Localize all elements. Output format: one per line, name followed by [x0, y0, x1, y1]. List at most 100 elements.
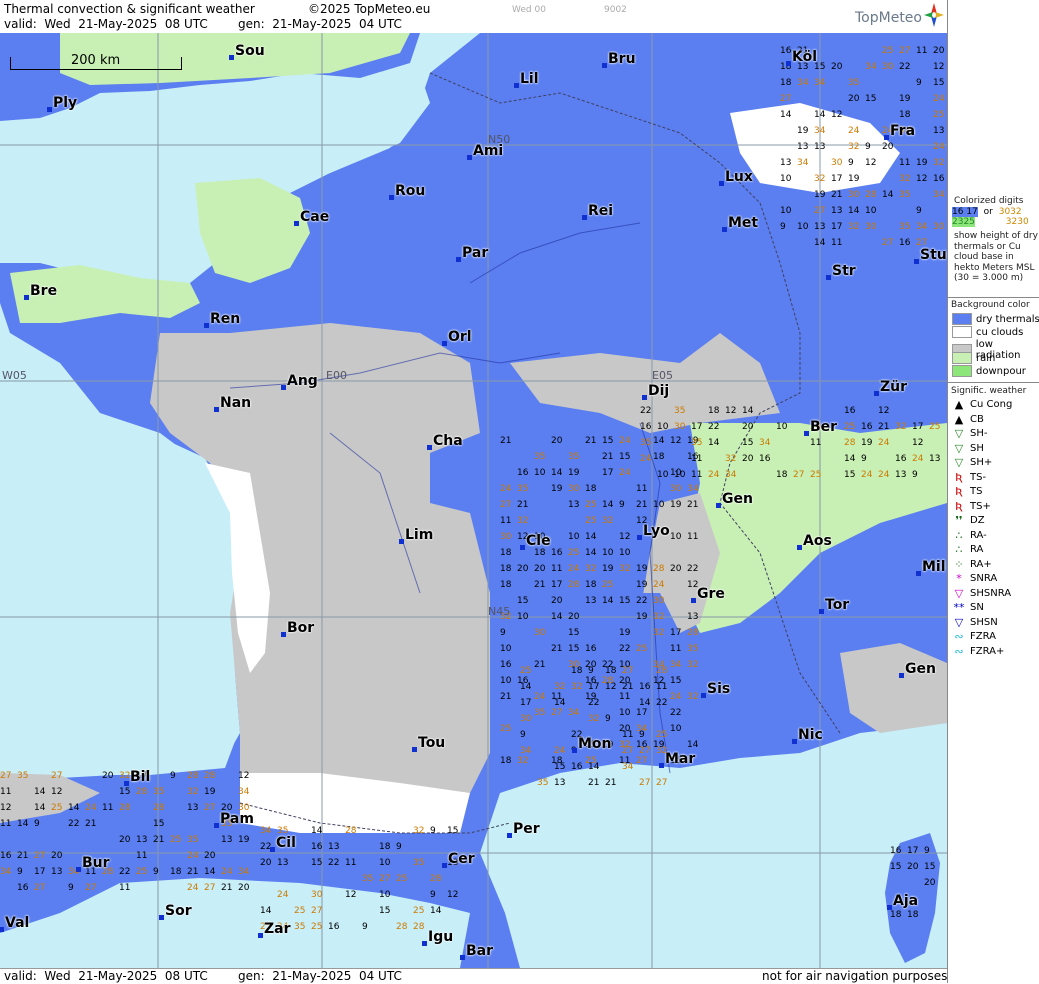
- thermal-value: 27: [814, 206, 825, 216]
- thermal-value: 18: [605, 666, 617, 676]
- city-label[interactable]: Rei: [588, 203, 613, 219]
- city-label[interactable]: Sou: [235, 43, 265, 59]
- thermal-value: 18: [890, 910, 902, 920]
- city-label[interactable]: Lil: [520, 71, 539, 87]
- thermal-value: 32: [187, 787, 198, 797]
- thermal-value: 9: [170, 771, 176, 781]
- city-label[interactable]: Zür: [880, 379, 907, 395]
- city-label[interactable]: Cle: [526, 533, 551, 549]
- thermal-value: 20: [742, 454, 754, 464]
- thermal-value: 34: [797, 158, 809, 168]
- city-label[interactable]: Dij: [648, 383, 669, 399]
- city-label[interactable]: Zar: [264, 921, 291, 937]
- city-label[interactable]: Met: [728, 215, 758, 231]
- thermal-value: 14: [844, 454, 856, 464]
- thermal-value: 30: [653, 596, 665, 606]
- city-label[interactable]: Bil: [130, 769, 150, 785]
- thermal-value: 22: [619, 644, 630, 654]
- city-label[interactable]: Aos: [803, 533, 832, 549]
- thermal-value: 21: [500, 436, 511, 446]
- city-label[interactable]: Rou: [395, 183, 425, 199]
- thermal-value: 27: [551, 708, 562, 718]
- city-label[interactable]: Bru: [608, 51, 636, 67]
- city-label[interactable]: Mar: [665, 751, 695, 767]
- city-label[interactable]: Tou: [418, 735, 445, 751]
- legend-panel: Colorized digits 16 17 or 3032 2325 3230…: [947, 0, 1039, 983]
- city-label[interactable]: Ang: [287, 373, 318, 389]
- thermal-value: 34: [260, 826, 272, 836]
- city-label[interactable]: Orl: [448, 329, 472, 345]
- city-label[interactable]: Pam: [220, 811, 254, 827]
- thermal-value: 34: [725, 470, 737, 480]
- city-label[interactable]: Sis: [707, 681, 730, 697]
- grid-label: E05: [652, 369, 673, 382]
- city-label[interactable]: Bar: [466, 943, 493, 959]
- city-label[interactable]: Aja: [893, 893, 918, 909]
- city-label[interactable]: Fra: [890, 123, 915, 139]
- city-label[interactable]: Cae: [300, 209, 329, 225]
- weather-map[interactable]: 21 20 21 15 24 14 12 19 35 35 21 15 18 16 16 10 14 19 17 24…: [0, 33, 947, 968]
- city-label[interactable]: Par: [462, 245, 488, 261]
- city-label[interactable]: Tor: [825, 597, 849, 613]
- city-label[interactable]: Cer: [448, 851, 475, 867]
- city-label[interactable]: Ber: [810, 419, 837, 435]
- city-label[interactable]: Lux: [725, 169, 753, 185]
- city-label[interactable]: Lim: [405, 527, 433, 543]
- city-label[interactable]: Val: [5, 915, 29, 931]
- thermal-value: 35: [537, 778, 548, 788]
- city-label[interactable]: Bor: [287, 620, 314, 636]
- city-label[interactable]: Gen: [905, 661, 936, 677]
- thermal-value: 21: [585, 436, 596, 446]
- city-label[interactable]: Köl: [792, 49, 817, 65]
- city-marker: [24, 295, 29, 300]
- thermal-value: 21: [85, 819, 96, 829]
- city-label[interactable]: Nic: [798, 727, 823, 743]
- city-label[interactable]: Ren: [210, 311, 240, 327]
- thermal-value: 24: [568, 564, 580, 574]
- weather-symbol-icon: ▽: [954, 586, 964, 600]
- city-label[interactable]: Stu: [920, 247, 947, 263]
- city-label[interactable]: Per: [513, 821, 540, 837]
- thermal-value: 14: [848, 206, 860, 216]
- city-label[interactable]: Igu: [428, 929, 453, 945]
- legend-label: DZ: [970, 515, 985, 526]
- city-label[interactable]: Lyo: [643, 523, 670, 539]
- thermal-value: 17: [551, 580, 562, 590]
- city-label[interactable]: Sor: [165, 903, 192, 919]
- thermal-value: 18: [500, 564, 512, 574]
- city-label[interactable]: Str: [832, 263, 856, 279]
- city-label[interactable]: Mon: [578, 736, 612, 752]
- city-marker: [659, 763, 664, 768]
- city-label[interactable]: Bur: [82, 855, 110, 871]
- thermal-value: 9: [68, 883, 74, 893]
- scale-label: 200 km: [71, 53, 121, 68]
- city-label[interactable]: Bre: [30, 283, 57, 299]
- city-label[interactable]: Gen: [722, 491, 753, 507]
- city-label[interactable]: Gre: [697, 586, 725, 602]
- thermal-value: 14: [17, 819, 29, 829]
- thermal-value: 9: [916, 78, 922, 88]
- thermal-value: 24: [277, 890, 289, 900]
- thermal-value: 35: [899, 190, 910, 200]
- legend-weather-item: ▽ SHSNRA: [952, 587, 1011, 600]
- thermal-value: 12: [447, 890, 458, 900]
- thermal-value: 34: [622, 762, 634, 772]
- thermal-value: 27: [85, 883, 96, 893]
- legend-label: TS+: [970, 500, 991, 512]
- city-label[interactable]: Nan: [220, 395, 251, 411]
- city-label[interactable]: Ply: [53, 95, 77, 111]
- city-label[interactable]: Cil: [276, 835, 296, 851]
- thermal-value: 11: [136, 851, 147, 861]
- thermal-value: 30: [500, 532, 512, 542]
- thermal-value: 15: [742, 438, 753, 448]
- city-marker: [716, 503, 721, 508]
- city-marker: [722, 227, 727, 232]
- city-label[interactable]: Cha: [433, 433, 463, 449]
- thermal-value: 34: [865, 62, 877, 72]
- thermal-value: 16: [861, 422, 873, 432]
- city-marker: [514, 83, 519, 88]
- thermal-value: 9: [916, 206, 922, 216]
- thermal-value: 18: [776, 470, 788, 480]
- city-label[interactable]: Mil: [922, 559, 946, 575]
- thermal-value: 35: [568, 452, 579, 462]
